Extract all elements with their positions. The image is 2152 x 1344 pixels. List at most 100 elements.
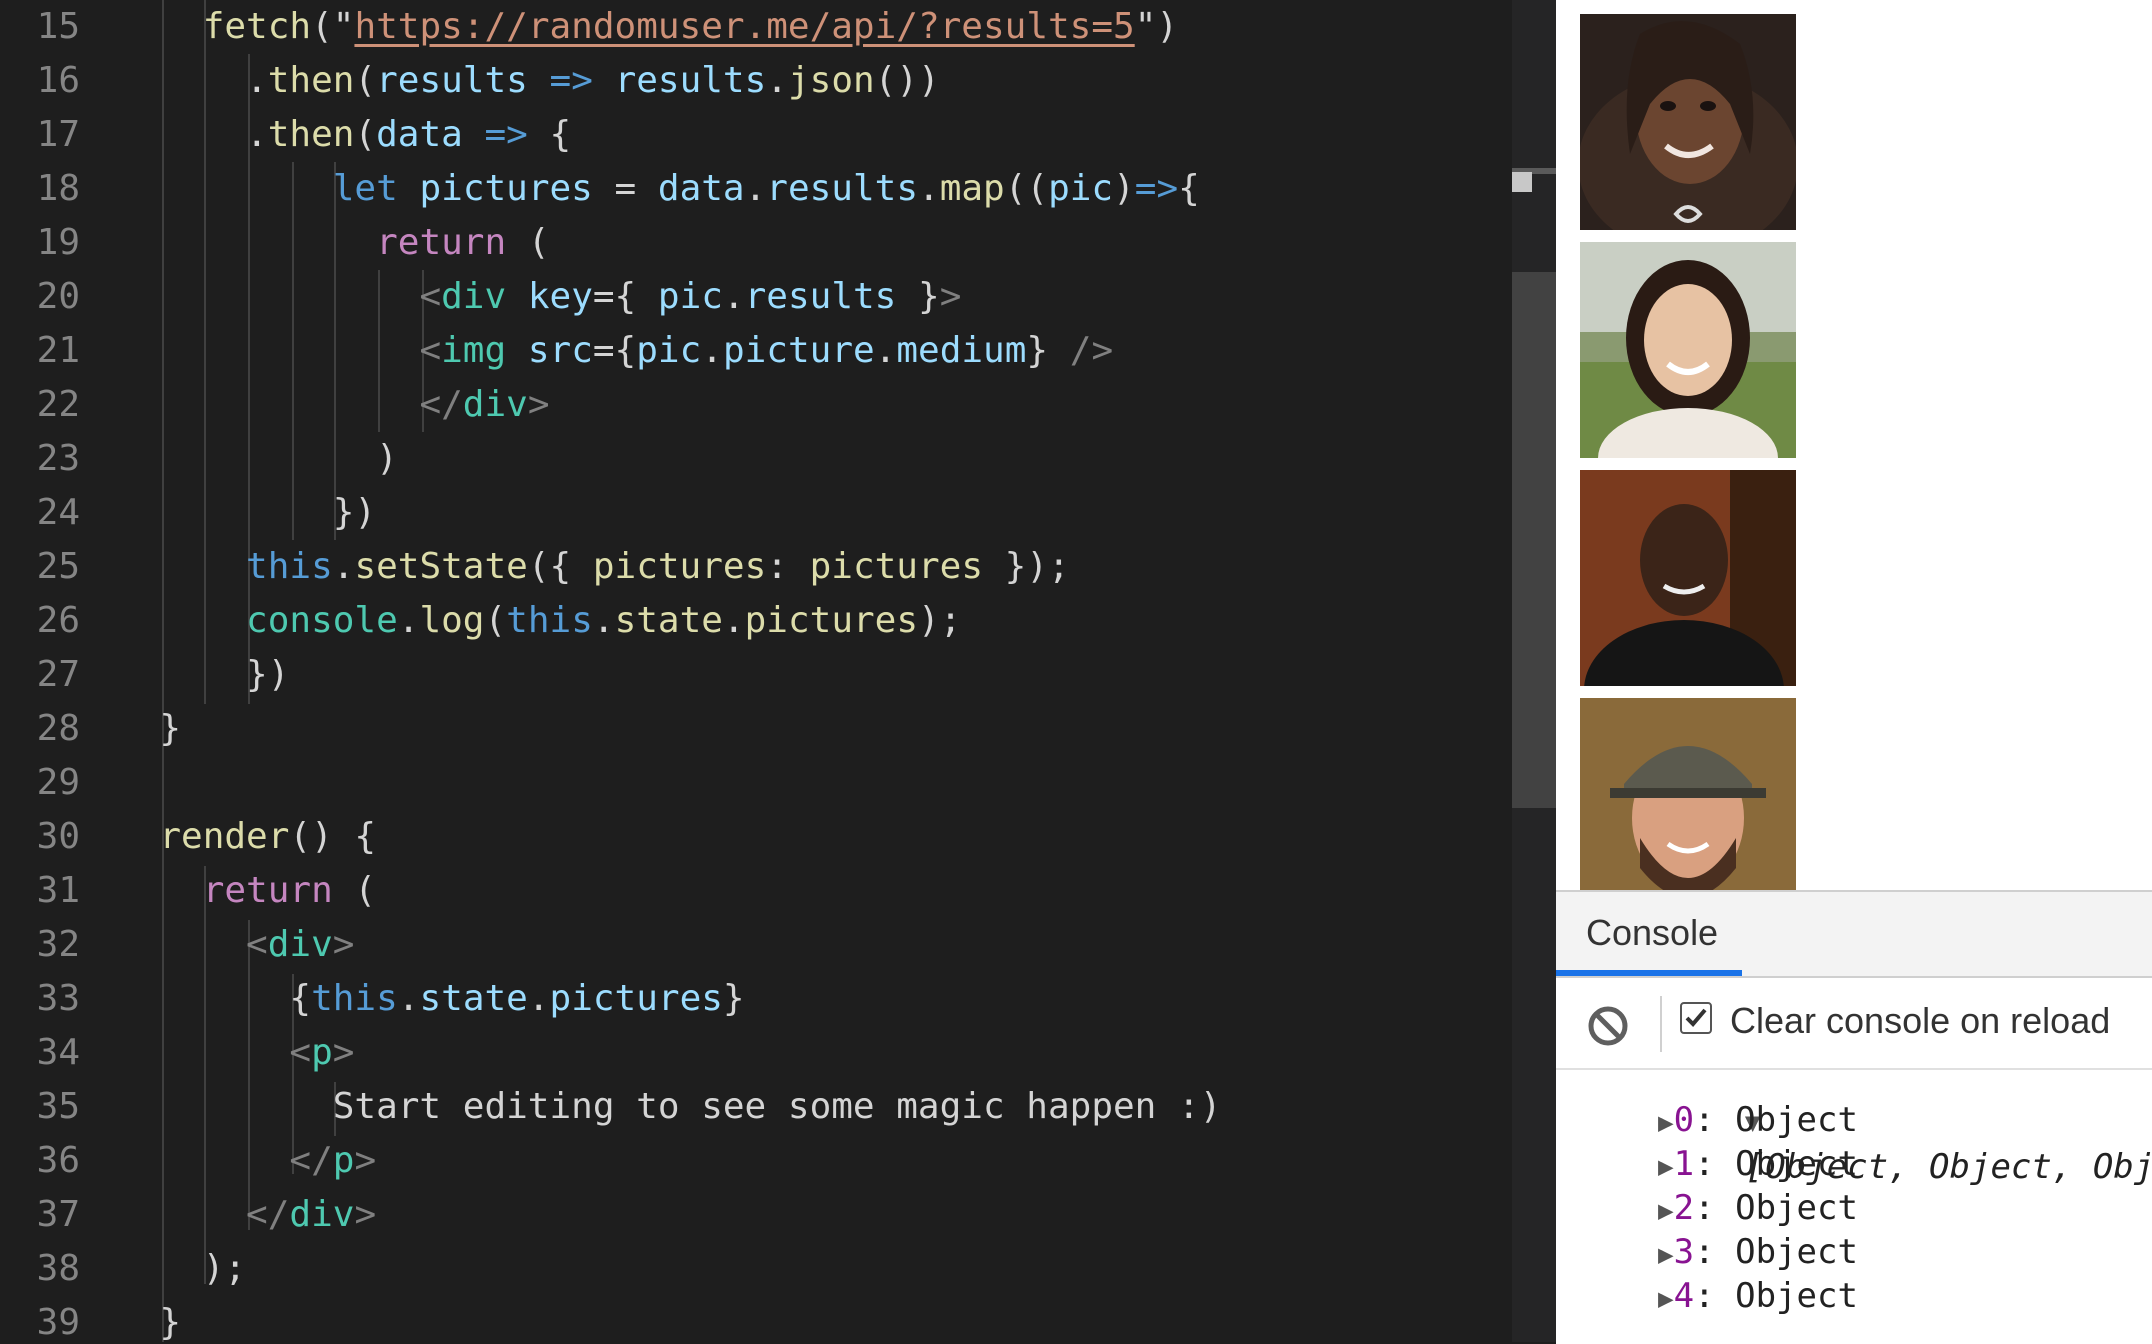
separator: : (1694, 1144, 1736, 1184)
code-line[interactable]: <div> (116, 918, 354, 972)
code-line[interactable]: return ( (116, 216, 549, 270)
expand-triangle-icon[interactable]: ▶ (1658, 1284, 1674, 1314)
code-token: < (419, 276, 442, 317)
code-token: . (116, 114, 268, 155)
code-token: (" (311, 6, 355, 47)
code-token: }) (116, 492, 377, 533)
code-line[interactable]: <p> (116, 1026, 354, 1080)
code-line[interactable]: this.setState({ pictures: pictures }); (116, 540, 1070, 594)
code-token: pictures (549, 978, 723, 1019)
clear-console-icon[interactable] (1586, 1004, 1630, 1053)
code-line[interactable]: }) (116, 648, 289, 702)
code-token: ) (1113, 168, 1135, 209)
code-editor[interactable]: 15 16 17 18 19 20 21 22 23 24 25 26 27 28 29 30 31 32 33 34… (0, 0, 1556, 1342)
editor-scrollbar-thumb[interactable] (1512, 272, 1556, 808)
code-token: . (744, 168, 767, 209)
code-line[interactable]: Start editing to see some magic happen :… (116, 1080, 1222, 1134)
console-array-item[interactable]: ▶3: Object (1658, 1230, 1858, 1277)
code-token: data (657, 168, 745, 209)
code-line[interactable]: </div> (116, 378, 549, 432)
code-token: ={ (592, 330, 637, 371)
code-token: setState (354, 546, 528, 587)
console-array-item[interactable]: ▶1: Object (1658, 1142, 1858, 1189)
devtools-panel: Console Clear console on reload ▼ [Objec… (1556, 890, 2152, 1344)
code-token: https://randomuser.me/api/?results=5 (354, 6, 1135, 47)
console-array-item[interactable]: ▶0: Object (1658, 1098, 1858, 1145)
code-line[interactable]: } (116, 1296, 181, 1342)
code-token: return (202, 870, 333, 911)
code-token: pic (636, 330, 702, 371)
code-token: medium (896, 330, 1027, 371)
array-value: Object (1735, 1188, 1858, 1228)
console-array-item[interactable]: ▶2: Object (1658, 1186, 1858, 1233)
code-line[interactable]: .then(data => { (116, 108, 571, 162)
avatar-4 (1580, 698, 1796, 890)
code-token: </ (246, 1194, 290, 1235)
code-token: ") (1134, 6, 1179, 47)
code-token: => (549, 60, 593, 101)
avatar-2 (1580, 242, 1796, 458)
code-token: src (527, 330, 593, 371)
code-token: } (116, 1302, 182, 1342)
code-line[interactable]: .then(results => results.json()) (116, 54, 940, 108)
code-token: results (376, 60, 528, 101)
expand-triangle-icon[interactable]: ▶ (1658, 1108, 1674, 1138)
code-line[interactable]: </p> (116, 1134, 376, 1188)
tab-console[interactable]: Console (1556, 892, 1742, 976)
code-token: div (267, 924, 333, 965)
code-token: </ (419, 384, 463, 425)
code-token: state (419, 978, 528, 1019)
line-number: 30 (36, 816, 80, 857)
code-token: } (896, 276, 940, 317)
code-token: . (116, 60, 268, 101)
code-token: key (527, 276, 593, 317)
array-index: 2 (1673, 1188, 1695, 1228)
code-line[interactable]: <img src={pic.picture.medium} /> (116, 324, 1113, 378)
line-number: 38 (36, 1248, 80, 1289)
array-index: 3 (1673, 1232, 1695, 1272)
code-token: data (376, 114, 463, 155)
code-token: this (246, 546, 333, 587)
code-token: } (1026, 330, 1070, 371)
code-line[interactable]: return ( (116, 864, 376, 918)
line-number: 28 (36, 708, 80, 749)
expand-triangle-icon[interactable]: ▶ (1658, 1152, 1674, 1182)
code-line[interactable]: </div> (116, 1188, 376, 1242)
expand-triangle-icon[interactable]: ▶ (1658, 1196, 1674, 1226)
code-line[interactable]: <div key={ pic.results }> (116, 270, 961, 324)
code-token: = (592, 168, 658, 209)
code-token: pic (1048, 168, 1114, 209)
code-line[interactable]: fetch("https://randomuser.me/api/?result… (116, 0, 1178, 54)
tab-console-label: Console (1586, 912, 1719, 953)
array-value: Object (1735, 1232, 1858, 1272)
code-token: . (874, 330, 897, 371)
code-token: ( (484, 600, 507, 641)
code-line[interactable]: } (116, 702, 181, 756)
code-token: > (354, 1140, 377, 1181)
console-array-item[interactable]: ▶4: Object (1658, 1274, 1858, 1321)
code-line[interactable]: render() { (116, 810, 376, 864)
code-token: ={ (592, 276, 658, 317)
code-token: } (722, 978, 745, 1019)
line-number: 32 (36, 924, 80, 965)
code-token: { (1178, 168, 1200, 209)
code-line[interactable]: }) (116, 486, 376, 540)
clear-console-checkbox[interactable] (1680, 1002, 1712, 1034)
code-token: ({ (527, 546, 593, 587)
code-token: div (441, 276, 507, 317)
separator: : (1694, 1188, 1736, 1228)
expand-triangle-icon[interactable]: ▶ (1658, 1240, 1674, 1270)
code-line[interactable]: {this.state.pictures} (116, 972, 745, 1026)
code-line[interactable]: let pictures = data.results.map((pic)=>{ (116, 162, 1200, 216)
code-token: fetch (202, 6, 312, 47)
code-line[interactable]: ); (116, 1242, 246, 1296)
array-index: 0 (1673, 1100, 1695, 1140)
array-value: Object (1735, 1100, 1858, 1140)
line-number: 27 (36, 654, 80, 695)
code-line[interactable]: ) (116, 432, 398, 486)
code-token: pictures (809, 546, 983, 587)
code-line[interactable]: console.log(this.state.pictures); (116, 594, 961, 648)
